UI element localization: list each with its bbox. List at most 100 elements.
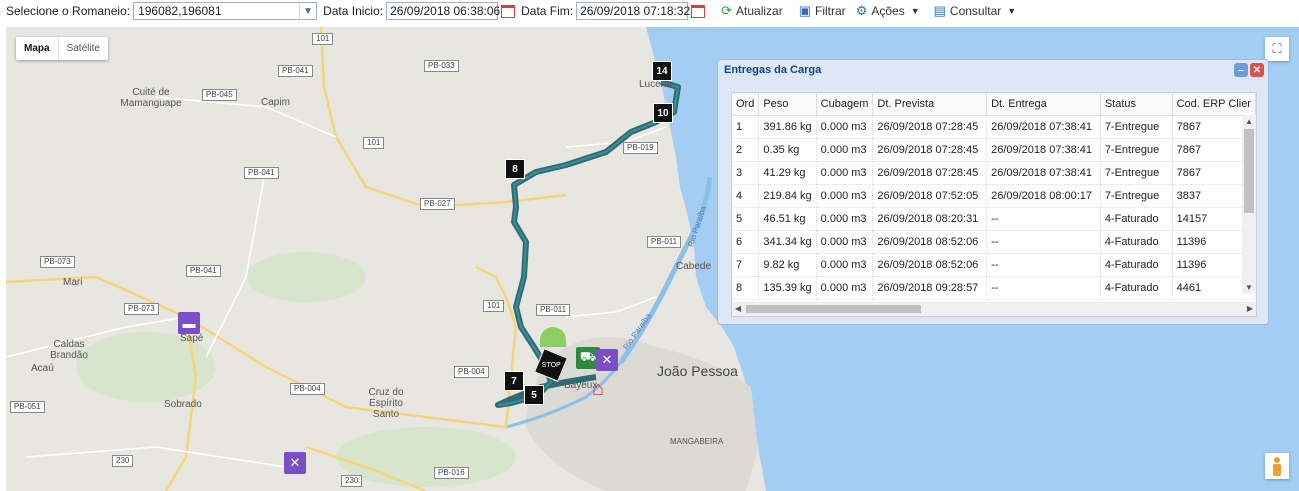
map-type-control: Mapa Satélite: [16, 37, 108, 60]
atualizar-label: Atualizar: [736, 4, 783, 18]
road-tag: 101: [312, 33, 334, 45]
road-tag: PB-041: [244, 167, 279, 179]
table-cell: 0.000 m3: [816, 161, 874, 185]
gear-icon: ⚙: [855, 3, 868, 18]
acoes-label: Ações: [871, 4, 905, 18]
entregas-table: Ord Peso Cubagem Dt. Prevista Dt. Entreg…: [732, 93, 1256, 300]
stop-marker[interactable]: 8: [505, 159, 525, 179]
wifi-signal-icon: [540, 327, 566, 347]
stop-marker[interactable]: 14: [652, 61, 672, 81]
map-type-mapa[interactable]: Mapa: [16, 37, 58, 60]
table-row[interactable]: 4 219.84 kg 0.000 m3 26/09/2018 07:52:05 26/…: [732, 184, 1256, 208]
horizontal-scrollbar[interactable]: ◀ ▶: [732, 302, 1256, 316]
column-header[interactable]: Cod. ERP Clier: [1172, 93, 1256, 116]
place-label: Sobrado: [164, 399, 202, 410]
vertical-scrollbar[interactable]: ▲ ▼: [1242, 115, 1256, 294]
city-label: João Pessoa: [657, 363, 738, 379]
atualizar-button[interactable]: ⟳ Atualizar: [721, 3, 783, 19]
table-cell: 2: [732, 138, 760, 162]
stop-marker[interactable]: 5: [524, 385, 544, 405]
fullscreen-icon[interactable]: ⛶: [1265, 37, 1289, 61]
consultar-label: Consultar: [949, 4, 1002, 18]
table-row[interactable]: 6 341.34 kg 0.000 m3 26/09/2018 08:52:06 -- 4…: [732, 230, 1256, 254]
restaurant-icon[interactable]: ✕: [596, 349, 618, 371]
column-header[interactable]: Dt. Entrega: [986, 93, 1101, 116]
home-icon[interactable]: ⌂: [586, 377, 610, 401]
close-icon[interactable]: ✕: [1250, 63, 1264, 77]
search-doc-icon: ▤: [933, 3, 946, 18]
table-row[interactable]: 8 135.39 kg 0.000 m3 26/09/2018 09:28:57 -- 4…: [732, 276, 1256, 300]
column-header[interactable]: Status: [1100, 93, 1173, 116]
column-header[interactable]: Ord: [732, 93, 760, 116]
filtrar-button[interactable]: ▣ Filtrar: [799, 3, 846, 19]
table-cell: 26/09/2018 07:28:45: [872, 161, 988, 185]
place-label: Capim: [261, 97, 290, 108]
scroll-thumb[interactable]: [746, 305, 921, 313]
table-row[interactable]: 7 9.82 kg 0.000 m3 26/09/2018 08:52:06 -- 4-F…: [732, 253, 1256, 277]
table-row[interactable]: 5 46.51 kg 0.000 m3 26/09/2018 08:20:31 -- 4-…: [732, 207, 1256, 231]
entregas-panel: Entregas da Carga – ✕ Ord Peso Cubagem D…: [717, 59, 1269, 325]
column-header[interactable]: Dt. Prevista: [872, 93, 988, 116]
restaurant-icon[interactable]: ✕: [284, 452, 306, 474]
chevron-down-icon[interactable]: ▼: [299, 3, 316, 19]
table-cell: 4-Faturado: [1100, 253, 1173, 277]
table-row[interactable]: 1 391.86 kg 0.000 m3 26/09/2018 07:28:45 26/…: [732, 115, 1256, 139]
place-label: Cruz do Espírito Santo: [368, 387, 404, 420]
hotel-icon[interactable]: ▬: [178, 312, 200, 334]
road-tag: PB-073: [124, 303, 159, 315]
table-cell: 0.000 m3: [816, 230, 874, 254]
table-cell: 0.000 m3: [816, 253, 874, 277]
place-label: Acaú: [31, 363, 54, 374]
table-cell: 0.000 m3: [816, 138, 874, 162]
road-tag: PB-011: [536, 304, 571, 316]
acoes-menu-button[interactable]: ⚙ Ações ▼: [856, 3, 920, 19]
table-cell: 26/09/2018 07:38:41: [986, 115, 1101, 139]
table-cell: 0.000 m3: [816, 276, 874, 300]
table-cell: 26/09/2018 07:28:45: [872, 138, 988, 162]
scroll-left-icon[interactable]: ◀: [735, 304, 741, 313]
table-cell: 41.29 kg: [758, 161, 817, 185]
calendar-icon[interactable]: [691, 4, 706, 18]
table-cell: 0.000 m3: [816, 115, 874, 139]
filtrar-label: Filtrar: [815, 4, 846, 18]
panel-buttons: – ✕: [1232, 63, 1264, 77]
table-cell: 26/09/2018 08:00:17: [986, 184, 1101, 208]
table-cell: 26/09/2018 08:20:31: [872, 207, 988, 231]
romaneio-select[interactable]: 196082,196081 ▼: [133, 2, 318, 20]
column-header[interactable]: Peso: [758, 93, 817, 116]
data-inicio-field[interactable]: 26/09/2018 06:38:06: [386, 2, 500, 20]
road-tag: 230: [341, 475, 363, 487]
road-tag: PB-041: [278, 65, 313, 77]
data-fim-field[interactable]: 26/09/2018 07:18:32: [576, 2, 690, 20]
road-tag: 101: [363, 137, 385, 149]
stop-marker[interactable]: 10: [653, 103, 673, 123]
panel-header[interactable]: Entregas da Carga – ✕: [718, 60, 1268, 80]
entregas-grid: Ord Peso Cubagem Dt. Prevista Dt. Entreg…: [731, 92, 1257, 317]
table-row[interactable]: 2 0.35 kg 0.000 m3 26/09/2018 07:28:45 26/09…: [732, 138, 1256, 162]
table-cell: 26/09/2018 08:52:06: [872, 230, 988, 254]
toolbar: Selecione o Romaneio: 196082,196081 ▼ Da…: [0, 0, 1299, 22]
table-cell: 7-Entregue: [1100, 138, 1173, 162]
road-tag: PB-041: [186, 265, 221, 277]
table-cell: 0.000 m3: [816, 184, 874, 208]
minimize-icon[interactable]: –: [1234, 63, 1248, 77]
pegman-icon[interactable]: [1265, 453, 1289, 479]
table-cell: 26/09/2018 07:52:05: [872, 184, 988, 208]
road-tag: 230: [112, 455, 134, 467]
scroll-right-icon[interactable]: ▶: [1247, 304, 1253, 313]
consultar-menu-button[interactable]: ▤ Consultar ▼: [934, 3, 1017, 19]
road-tag: PB-027: [420, 198, 455, 210]
table-cell: 7-Entregue: [1100, 161, 1173, 185]
scroll-down-icon[interactable]: ▼: [1245, 283, 1253, 292]
column-header[interactable]: Cubagem: [816, 93, 874, 116]
table-row[interactable]: 3 41.29 kg 0.000 m3 26/09/2018 07:28:45 26/0…: [732, 161, 1256, 185]
table-cell: 135.39 kg: [758, 276, 817, 300]
scroll-thumb[interactable]: [1244, 129, 1254, 213]
scroll-up-icon[interactable]: ▲: [1245, 117, 1253, 126]
table-cell: 4-Faturado: [1100, 207, 1173, 231]
stop-marker[interactable]: 7: [504, 371, 524, 391]
table-cell: 0.35 kg: [758, 138, 817, 162]
map-type-satelite[interactable]: Satélite: [57, 37, 108, 60]
table-cell: 26/09/2018 09:28:57: [872, 276, 988, 300]
calendar-icon[interactable]: [501, 4, 516, 18]
